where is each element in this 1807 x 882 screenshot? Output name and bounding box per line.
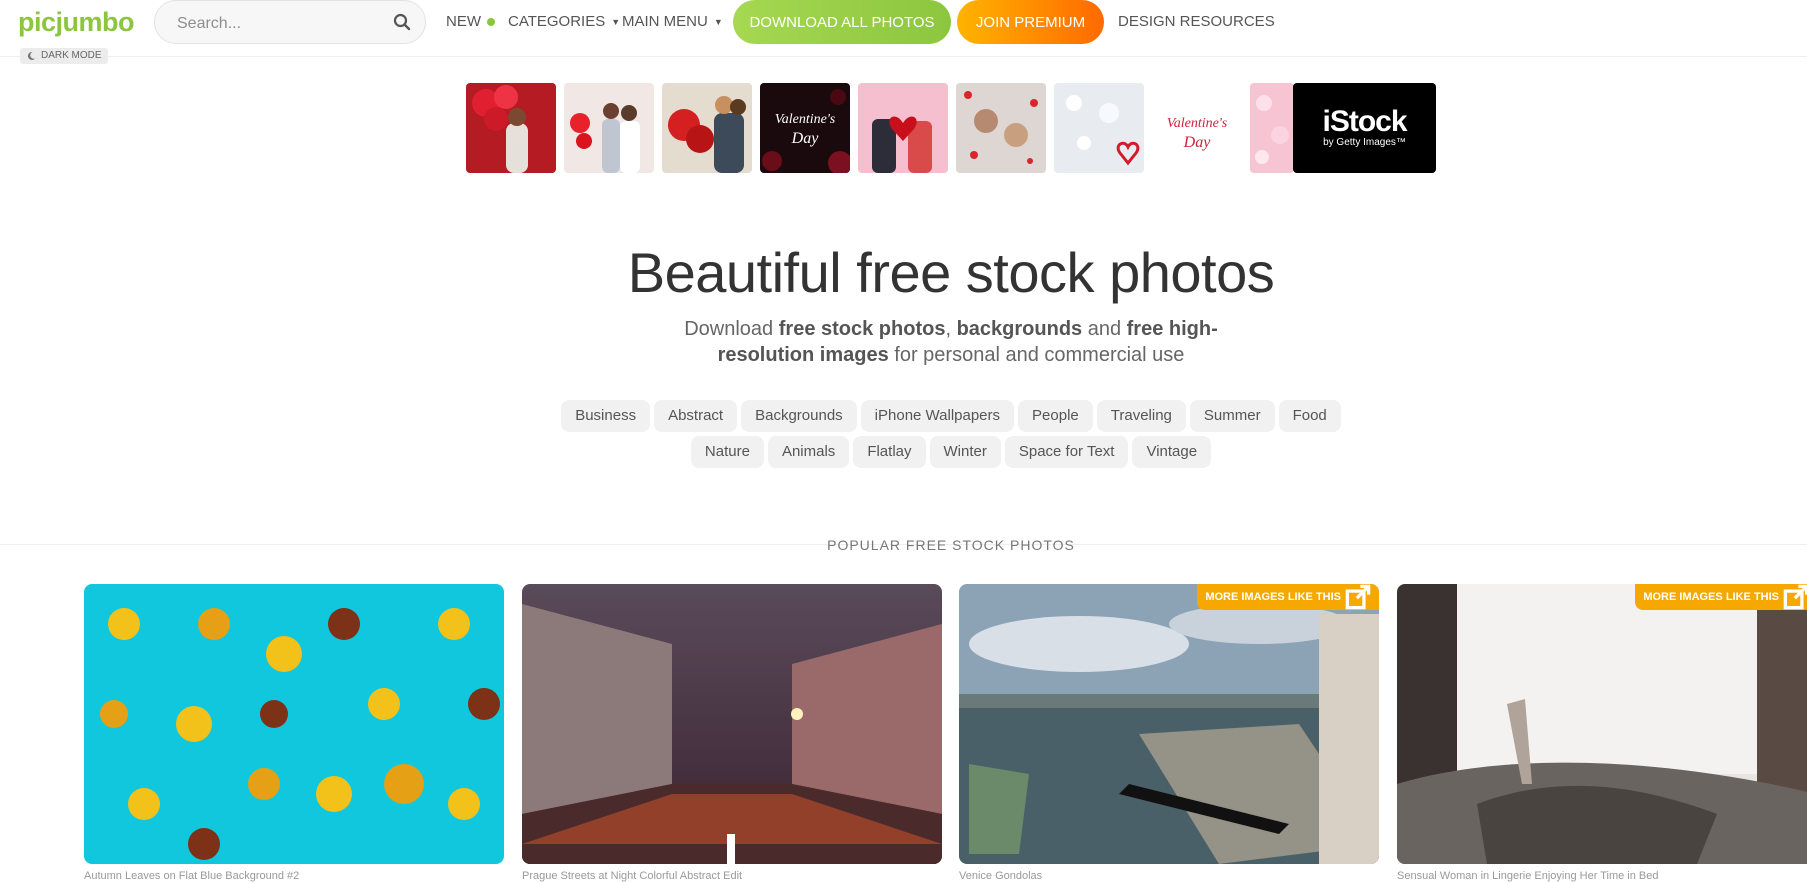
nav-design-resources[interactable]: DESIGN RESOURCES [1118, 13, 1275, 30]
ad-thumb-couple-hearts[interactable] [564, 83, 654, 173]
category-tags: Business Abstract Backgrounds iPhone Wal… [560, 400, 1342, 468]
tag-people[interactable]: People [1018, 400, 1093, 432]
photo-caption[interactable]: Prague Streets at Night Colorful Abstrac… [522, 870, 742, 882]
ad-thumb-pink-bokeh[interactable] [1250, 83, 1294, 173]
nav-categories[interactable]: CATEGORIES ▼ [508, 13, 620, 30]
site-header: picjumbo NEW CATEGORIES ▼ MAIN MENU ▼ DO… [0, 0, 1807, 57]
photo-card[interactable] [84, 584, 504, 864]
ad-thumb-heart-balloons-kiss[interactable] [662, 83, 752, 173]
nav-design-resources-label: DESIGN RESOURCES [1118, 13, 1275, 30]
ad-thumb-couple-lying[interactable] [956, 83, 1046, 173]
hero-sub-text: , [945, 318, 957, 340]
hero-sub-text: Download [684, 318, 779, 340]
photo-card[interactable]: MORE IMAGES LIKE THIS [1397, 584, 1807, 864]
istock-sub: by Getty Images™ [1323, 137, 1406, 148]
tag-backgrounds[interactable]: Backgrounds [741, 400, 857, 432]
popular-section-title: POPULAR FREE STOCK PHOTOS [827, 537, 1075, 553]
caret-down-icon: ▼ [611, 16, 621, 27]
external-link-icon [1345, 584, 1371, 610]
photo-card[interactable]: MORE IMAGES LIKE THIS [959, 584, 1379, 864]
photo-venice-gondolas [959, 584, 1379, 864]
tag-iphone-wallpapers[interactable]: iPhone Wallpapers [860, 400, 1015, 432]
nav-main-menu-label: MAIN MENU [622, 13, 708, 30]
photo-caption[interactable]: Sensual Woman in Lingerie Enjoying Her T… [1397, 870, 1659, 882]
hero-subtitle: Download free stock photos, backgrounds … [680, 316, 1222, 368]
istock-ad-strip[interactable]: Valentine's Day Valentine's Day [466, 83, 1294, 173]
istock-brand: iStock [1322, 105, 1407, 138]
tag-space-for-text[interactable]: Space for Text [1004, 436, 1129, 468]
hero-sub-bold: free stock photos [778, 318, 946, 340]
svg-text:Valentine's: Valentine's [1167, 116, 1228, 131]
join-premium-button[interactable]: JOIN PREMIUM [957, 0, 1104, 44]
photo-caption[interactable]: Autumn Leaves on Flat Blue Background #2 [84, 870, 299, 882]
badge-label: MORE IMAGES LIKE THIS [1205, 591, 1341, 603]
more-images-like-this-badge[interactable]: MORE IMAGES LIKE THIS [1635, 584, 1807, 610]
tag-animals[interactable]: Animals [767, 436, 850, 468]
caret-down-icon: ▼ [713, 16, 723, 27]
tag-winter[interactable]: Winter [929, 436, 1001, 468]
ad-thumb-couple-heart-pink[interactable] [858, 83, 948, 173]
nav-categories-label: CATEGORIES [508, 13, 606, 30]
istock-logo[interactable]: iStock by Getty Images™ [1293, 83, 1436, 173]
nav-new-label: NEW [446, 13, 481, 30]
nav-new[interactable]: NEW [446, 13, 495, 30]
ad-thumb-valentines-script[interactable]: Valentine's Day [1152, 83, 1242, 173]
tag-flatlay[interactable]: Flatlay [853, 436, 926, 468]
photo-autumn-leaves [84, 584, 504, 864]
search-box[interactable] [154, 0, 426, 44]
ad-thumb-valentines-dark[interactable]: Valentine's Day [760, 83, 850, 173]
badge-label: MORE IMAGES LIKE THIS [1643, 591, 1779, 603]
photo-prague-streets [522, 584, 942, 864]
moon-icon [27, 51, 35, 60]
tag-summer[interactable]: Summer [1189, 400, 1275, 432]
hero-title: Beautiful free stock photos [627, 241, 1275, 304]
search-icon[interactable] [393, 13, 411, 31]
ad-thumb-red-balloons[interactable] [466, 83, 556, 173]
photo-card[interactable] [522, 584, 942, 864]
svg-text:Day: Day [791, 130, 820, 147]
search-input[interactable] [175, 11, 379, 37]
nav-main-menu[interactable]: MAIN MENU ▼ [622, 13, 723, 30]
dark-mode-label: DARK MODE [41, 50, 102, 61]
tag-traveling[interactable]: Traveling [1096, 400, 1186, 432]
dark-mode-toggle[interactable]: DARK MODE [20, 48, 108, 64]
tag-business[interactable]: Business [561, 400, 651, 432]
photo-caption[interactable]: Venice Gondolas [959, 870, 1042, 882]
tag-vintage[interactable]: Vintage [1132, 436, 1212, 468]
new-indicator-dot [487, 17, 495, 26]
hero-sub-text: for personal and commercial use [888, 344, 1185, 366]
tag-food[interactable]: Food [1278, 400, 1341, 432]
ad-thumb-silver-bokeh[interactable] [1054, 83, 1144, 173]
site-logo[interactable]: picjumbo [18, 7, 135, 38]
tag-abstract[interactable]: Abstract [654, 400, 738, 432]
hero-sub-text: and [1082, 318, 1127, 340]
photo-bed-scene [1397, 584, 1807, 864]
hero-sub-bold: backgrounds [956, 318, 1083, 340]
more-images-like-this-badge[interactable]: MORE IMAGES LIKE THIS [1197, 584, 1379, 610]
tag-nature[interactable]: Nature [690, 436, 764, 468]
download-all-photos-button[interactable]: DOWNLOAD ALL PHOTOS [733, 0, 951, 44]
external-link-icon [1783, 584, 1807, 610]
svg-text:Valentine's: Valentine's [775, 112, 836, 127]
svg-text:Day: Day [1183, 134, 1212, 151]
